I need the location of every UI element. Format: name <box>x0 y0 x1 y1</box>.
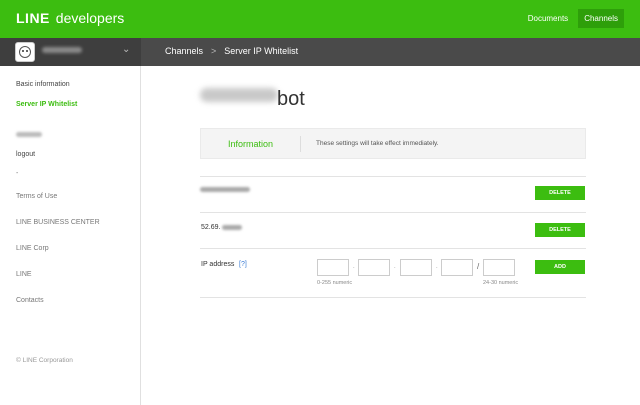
breadcrumb-separator: > <box>211 46 217 56</box>
sidebar-item-server-ip-whitelist[interactable]: Server IP Whitelist <box>16 101 77 108</box>
ip-address-redacted <box>222 225 242 230</box>
divider <box>200 297 586 298</box>
ip-address-label: IP address <box>201 261 235 268</box>
line-link[interactable]: LINE <box>16 271 32 278</box>
channel-avatar <box>15 42 35 62</box>
divider <box>200 248 586 249</box>
logout-link[interactable]: logout <box>16 151 35 158</box>
account-name-redacted <box>42 47 82 53</box>
ip-address-text: 52.69. <box>201 224 221 231</box>
info-label: Information <box>228 139 274 149</box>
octet-separator: . <box>353 264 355 270</box>
divider <box>200 176 586 177</box>
ip-address-redacted <box>200 187 250 192</box>
sidebar-item-basic-information[interactable]: Basic information <box>16 81 70 88</box>
line-business-center-link[interactable]: LINE BUSINESS CENTER <box>16 219 100 226</box>
nav-documents[interactable]: Documents <box>522 9 574 28</box>
info-panel: Information These settings will take eff… <box>200 128 586 159</box>
info-note: These settings will take effect immediat… <box>316 140 439 147</box>
page-title: bot <box>277 88 305 110</box>
brand-developers: developers <box>55 10 125 26</box>
channel-name-redacted <box>200 88 278 102</box>
line-developers-logo[interactable]: LINE developers <box>16 10 124 26</box>
sidebar <box>0 66 141 405</box>
line-corp-link[interactable]: LINE Corp <box>16 245 49 252</box>
breadcrumb: Channels > Server IP Whitelist <box>165 46 298 56</box>
top-header: LINE developers Documents Channels <box>0 0 640 38</box>
brand-line: LINE <box>16 10 50 26</box>
terms-of-use-link[interactable]: Terms of Use <box>16 193 57 200</box>
cidr-input[interactable] <box>483 259 515 276</box>
cidr-hint: 24-30 numeric <box>483 280 519 286</box>
octet-2-input[interactable] <box>358 259 390 276</box>
octet-1-input[interactable] <box>317 259 349 276</box>
breadcrumb-channels[interactable]: Channels <box>165 46 203 56</box>
sidebar-dash: - <box>16 170 19 177</box>
chevron-down-icon[interactable]: ⌄ <box>122 44 130 55</box>
breadcrumb-current: Server IP Whitelist <box>224 46 299 56</box>
copyright: © LINE Corporation <box>16 357 73 364</box>
bot-face-icon <box>19 46 31 58</box>
channel-bar: ⌄ Channels > Server IP Whitelist <box>0 38 640 66</box>
octet-4-input[interactable] <box>441 259 473 276</box>
add-button[interactable]: ADD <box>535 260 585 274</box>
octet-3-input[interactable] <box>400 259 432 276</box>
delete-button[interactable]: DELETE <box>535 186 585 200</box>
cidr-slash: / <box>477 262 480 271</box>
user-name-redacted <box>16 132 42 137</box>
divider <box>200 212 586 213</box>
delete-button[interactable]: DELETE <box>535 223 585 237</box>
info-divider <box>300 136 301 152</box>
top-nav: Documents Channels <box>522 9 624 28</box>
octet-separator: . <box>394 264 396 270</box>
octet-hint: 0-255 numeric <box>317 280 353 286</box>
octet-separator: . <box>436 264 438 270</box>
ip-help-link[interactable]: [?] <box>239 261 247 268</box>
nav-channels[interactable]: Channels <box>578 9 624 28</box>
account-switcher[interactable]: ⌄ <box>0 38 141 66</box>
contacts-link[interactable]: Contacts <box>16 297 44 304</box>
